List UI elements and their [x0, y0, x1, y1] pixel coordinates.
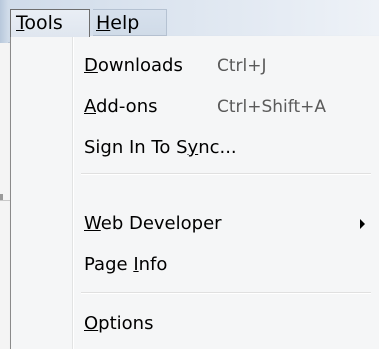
- menu-item-options-mnemonic: O: [84, 313, 99, 334]
- menu-item-web-developer-mnemonic: W: [84, 213, 101, 234]
- menu-item-downloads-mnemonic: D: [84, 55, 98, 76]
- menu-item-downloads-rest: ownloads: [97, 55, 183, 76]
- menu-bar-edge: [0, 0, 8, 43]
- menu-item-add-ons-shortcut: Ctrl+Shift+A: [217, 97, 327, 117]
- menu-help-rest: elp: [110, 12, 140, 34]
- screen: Help Tools Downloads Ctrl+J Add-ons Ctrl…: [0, 0, 379, 349]
- menu-item-page-info-part1: Page: [84, 254, 134, 275]
- menu-item-web-developer[interactable]: Web Developer: [84, 208, 222, 240]
- menu-item-options[interactable]: Options: [84, 308, 153, 340]
- menu-item-options-rest: ptions: [98, 313, 154, 334]
- menu-item-downloads-shortcut: Ctrl+J: [217, 56, 267, 76]
- menu-item-page-info-part2: nfo: [138, 254, 168, 275]
- menu-item-add-ons[interactable]: Add-ons: [84, 91, 157, 123]
- background-window-edge: [0, 43, 10, 349]
- menu-item-sync-part1: Sign In To S: [84, 137, 188, 158]
- icon-gutter-highlight: [73, 36, 74, 349]
- menu-item-add-ons-rest: dd-ons: [96, 96, 158, 117]
- menu-item-sync-mnemonic: y: [187, 137, 199, 158]
- menu-item-add-ons-mnemonic: A: [84, 96, 96, 117]
- menu-separator-2: [81, 292, 371, 294]
- menu-item-sign-in-to-sync[interactable]: Sign In To Sync...: [84, 132, 237, 164]
- menu-item-page-info[interactable]: Page Info: [84, 249, 167, 281]
- menu-tools[interactable]: Tools: [10, 9, 90, 37]
- menu-help-mnemonic: H: [96, 12, 111, 34]
- background-divider: [0, 200, 10, 201]
- menu-help[interactable]: Help: [93, 9, 167, 36]
- menu-item-downloads[interactable]: Downloads: [84, 50, 183, 82]
- menu-tools-rest: ools: [24, 12, 63, 34]
- tools-dropdown-menu: Downloads Ctrl+J Add-ons Ctrl+Shift+A Si…: [10, 36, 379, 349]
- triangle-right-icon: [360, 219, 365, 229]
- menu-separator-1: [81, 173, 371, 175]
- menu-item-web-developer-rest: eb Developer: [100, 213, 222, 234]
- menu-item-sync-part2: nc...: [198, 137, 237, 158]
